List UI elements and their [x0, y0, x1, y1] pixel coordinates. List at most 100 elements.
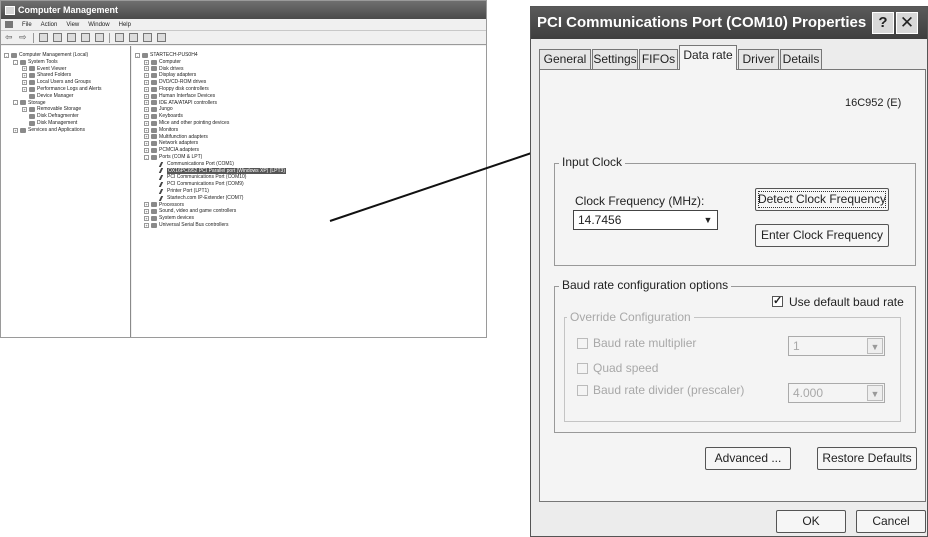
expand-icon[interactable]: + — [144, 73, 149, 79]
expand-icon[interactable]: + — [144, 93, 149, 99]
device-item[interactable]: + Disk drives — [132, 66, 486, 73]
advanced-button[interactable]: Advanced ... — [705, 447, 791, 470]
device-item[interactable]: PCI Communications Port (COM10) — [132, 174, 486, 181]
tab-fifos[interactable]: FIFOs — [639, 49, 678, 69]
expand-icon[interactable]: + — [144, 222, 149, 228]
expand-icon[interactable]: + — [144, 134, 149, 140]
collapse-icon[interactable]: - — [4, 52, 9, 58]
chevron-down-icon[interactable]: ▼ — [867, 338, 883, 354]
forward-arrow-icon[interactable]: ⇨ — [19, 33, 28, 42]
console-tree-item[interactable]: - System Tools — [1, 59, 130, 66]
device-item[interactable]: + Processors — [132, 202, 486, 209]
baud-multiplier-select[interactable]: 1 ▼ — [788, 336, 885, 356]
up-level-icon[interactable] — [39, 33, 48, 42]
back-arrow-icon[interactable]: ⇦ — [5, 33, 14, 42]
console-tree-item[interactable]: + Performance Logs and Alerts — [1, 86, 130, 93]
collapse-icon[interactable]: - — [13, 59, 18, 65]
tab-general[interactable]: General — [539, 49, 591, 69]
quad-speed-checkbox[interactable] — [577, 363, 588, 374]
expand-icon[interactable]: + — [144, 86, 149, 92]
expand-icon[interactable]: + — [144, 141, 149, 147]
computer-icon[interactable] — [115, 33, 124, 42]
device-item[interactable]: + System devices — [132, 215, 486, 222]
cancel-button[interactable]: Cancel — [856, 510, 926, 533]
device-item[interactable]: + Computer — [132, 59, 486, 66]
show-hide-tree-icon[interactable] — [53, 33, 62, 42]
console-tree-item[interactable]: Disk Defragmenter — [1, 113, 130, 120]
print-icon[interactable] — [81, 33, 90, 42]
console-tree-item[interactable]: - Computer Management (Local) — [1, 52, 130, 59]
restore-defaults-button[interactable]: Restore Defaults — [817, 447, 917, 470]
device-item[interactable]: OX16PCI952 PCI Parallel port (Windows XP… — [132, 167, 486, 175]
device-item[interactable]: + Multifunction adapters — [132, 134, 486, 141]
menu-file[interactable]: File — [22, 22, 32, 28]
device-item[interactable]: + IDE ATA/ATAPI controllers — [132, 100, 486, 107]
expand-icon[interactable]: + — [144, 120, 149, 126]
expand-icon[interactable]: + — [144, 100, 149, 106]
device-item[interactable]: + PCMCIA adapters — [132, 147, 486, 154]
device-item[interactable]: Printer Port (LPT1) — [132, 188, 486, 195]
device-item[interactable]: - STARTECH-PUS0H4 — [132, 52, 486, 59]
tab-data-rate[interactable]: Data rate — [679, 45, 737, 70]
expand-icon[interactable]: + — [22, 107, 27, 113]
chevron-down-icon[interactable]: ▼ — [867, 385, 883, 401]
disable-device-icon[interactable] — [157, 33, 166, 42]
collapse-icon[interactable]: - — [13, 100, 18, 106]
device-item[interactable]: + Universal Serial Bus controllers — [132, 222, 486, 229]
expand-icon[interactable]: + — [144, 114, 149, 120]
help-icon[interactable] — [95, 33, 104, 42]
console-tree-item[interactable]: + Removable Storage — [1, 106, 130, 113]
device-item[interactable]: + Display adapters — [132, 72, 486, 79]
device-item[interactable]: + Keyboards — [132, 113, 486, 120]
device-item[interactable]: + Human Interface Devices — [132, 93, 486, 100]
expand-icon[interactable]: + — [144, 209, 149, 215]
expand-icon[interactable]: + — [144, 148, 149, 154]
expand-icon[interactable]: + — [144, 216, 149, 222]
collapse-icon[interactable]: - — [135, 52, 140, 58]
ok-button[interactable]: OK — [776, 510, 846, 533]
properties-icon[interactable] — [67, 33, 76, 42]
menu-help[interactable]: Help — [119, 22, 131, 28]
tab-driver[interactable]: Driver — [738, 49, 779, 69]
device-item[interactable]: + Network adapters — [132, 140, 486, 147]
expand-icon[interactable]: + — [22, 80, 27, 86]
baud-multiplier-checkbox[interactable] — [577, 338, 588, 349]
console-tree-item[interactable]: Device Manager — [1, 93, 130, 100]
menu-action[interactable]: Action — [41, 22, 58, 28]
baud-divider-checkbox[interactable] — [577, 385, 588, 396]
menu-window[interactable]: Window — [88, 22, 109, 28]
collapse-icon[interactable]: - — [144, 154, 149, 160]
clock-frequency-select[interactable]: 14.7456 ▼ — [573, 210, 718, 230]
device-item[interactable]: PCI Communications Port (COM9) — [132, 181, 486, 188]
device-item[interactable]: - Ports (COM & LPT) — [132, 154, 486, 161]
console-tree-item[interactable]: + Shared Folders — [1, 72, 130, 79]
expand-icon[interactable]: + — [22, 66, 27, 72]
expand-icon[interactable]: + — [144, 202, 149, 208]
device-item[interactable]: + Floppy disk controllers — [132, 86, 486, 93]
device-item[interactable]: Startech.com IP-Extender (COM7) — [132, 195, 486, 202]
enter-clock-frequency-button[interactable]: Enter Clock Frequency — [755, 224, 889, 247]
menu-view[interactable]: View — [66, 22, 79, 28]
help-icon[interactable]: ? — [872, 12, 894, 34]
device-item[interactable]: + Sound, video and game controllers — [132, 208, 486, 215]
tab-details[interactable]: Details — [780, 49, 822, 69]
device-item[interactable]: + Mice and other pointing devices — [132, 120, 486, 127]
console-tree-item[interactable]: Disk Management — [1, 120, 130, 127]
expand-icon[interactable]: + — [22, 73, 27, 79]
expand-icon[interactable]: + — [144, 59, 149, 65]
tab-settings[interactable]: Settings — [592, 49, 638, 69]
console-tree-item[interactable]: + Event Viewer — [1, 66, 130, 73]
console-tree-item[interactable]: + Local Users and Groups — [1, 79, 130, 86]
console-tree-item[interactable]: - Storage — [1, 100, 130, 107]
close-icon[interactable]: ✕ — [896, 12, 918, 34]
detect-clock-frequency-button[interactable]: Detect Clock Frequency — [755, 188, 889, 211]
expand-icon[interactable]: + — [144, 80, 149, 86]
console-tree-item[interactable]: + Services and Applications — [1, 127, 130, 134]
device-item[interactable]: Communications Port (COM1) — [132, 161, 486, 168]
use-default-baud-checkbox[interactable]: ✓ — [772, 296, 783, 307]
expand-icon[interactable]: + — [22, 86, 27, 92]
device-item[interactable]: + Monitors — [132, 127, 486, 134]
expand-icon[interactable]: + — [144, 107, 149, 113]
chevron-down-icon[interactable]: ▼ — [700, 212, 716, 228]
device-item[interactable]: + Jungo — [132, 106, 486, 113]
